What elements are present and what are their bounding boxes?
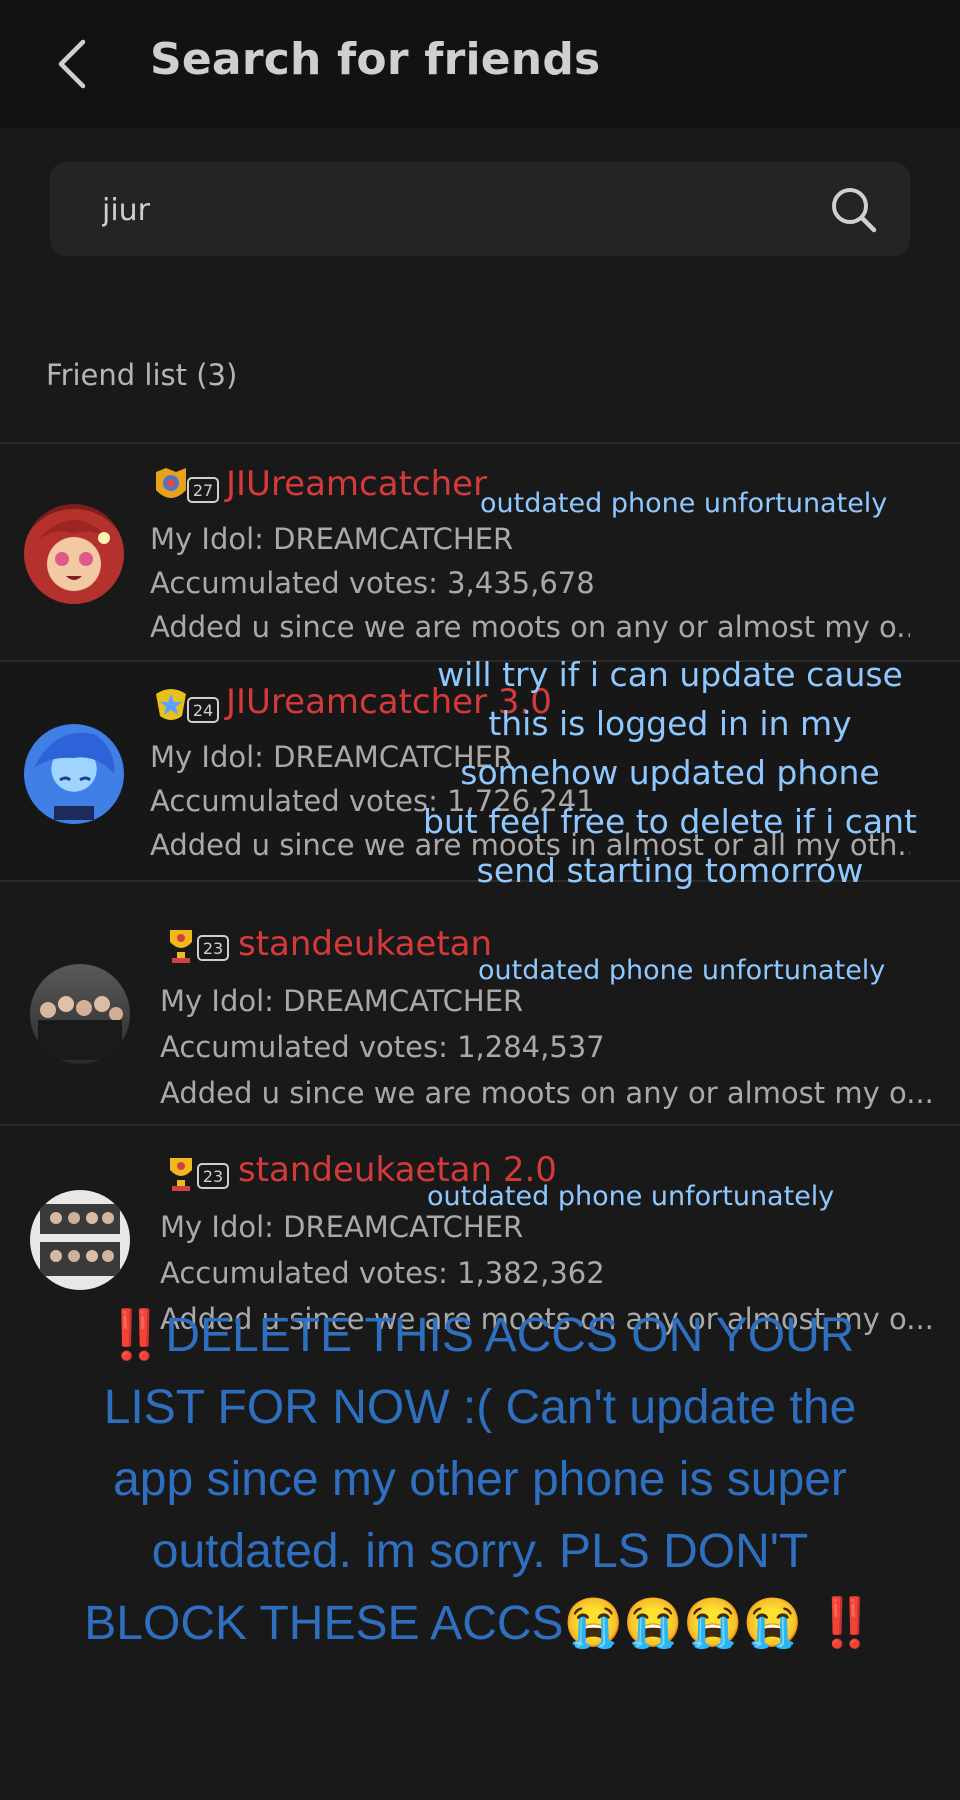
friend-list-label: Friend list (3) xyxy=(46,358,238,392)
overlay-note-line: send starting tomorrow xyxy=(476,851,864,890)
rank-badge-icon: 24 xyxy=(156,689,219,723)
friend-name[interactable]: JIUreamcatcher xyxy=(226,464,487,504)
avatar-illustration xyxy=(38,996,123,1060)
rank-badge-icon: 27 xyxy=(156,468,219,503)
overlay-note-line: will try if i can update cause xyxy=(437,655,903,694)
search-bar xyxy=(50,162,910,256)
friend-note: Added u since we are moots on any or alm… xyxy=(160,1076,934,1110)
friend-idol: My Idol: DREAMCATCHER xyxy=(150,522,514,556)
friend-votes: Accumulated votes: 1,382,362 xyxy=(160,1256,605,1290)
svg-text:23: 23 xyxy=(203,1167,223,1186)
double-exclamation-icon: ‼️ xyxy=(815,1597,876,1650)
overlay-note-line: somehow updated phone xyxy=(460,753,880,792)
search-icon[interactable] xyxy=(828,184,880,236)
rank-badge-icon: 23 xyxy=(170,1158,229,1191)
avatar xyxy=(30,1190,130,1290)
friend-idol: My Idol: DREAMCATCHER xyxy=(160,984,524,1018)
overlay-note-outdated: outdated phone unfortunately xyxy=(478,955,886,986)
avatar xyxy=(30,964,130,1064)
friend-row[interactable]: 23 standeukaetan My Idol: DREAMCATCHER A… xyxy=(0,880,960,1126)
avatar xyxy=(24,724,124,824)
double-exclamation-icon: ‼️ xyxy=(105,1309,166,1362)
back-button[interactable] xyxy=(44,28,100,100)
friend-row[interactable]: 27 JIUreamcatcher My Idol: DREAMCATCHER … xyxy=(0,442,960,662)
svg-text:23: 23 xyxy=(203,939,223,958)
back-arrow-icon xyxy=(58,39,86,89)
friend-idol: My Idol: DREAMCATCHER xyxy=(160,1210,524,1244)
friend-name[interactable]: standeukaetan xyxy=(238,924,492,964)
friend-votes: Accumulated votes: 3,435,678 xyxy=(150,566,595,600)
avatar-illustration xyxy=(34,732,115,820)
search-input[interactable] xyxy=(100,186,804,234)
page-title: Search for friends xyxy=(150,34,601,85)
top-bar: Search for friends xyxy=(0,0,960,128)
crying-emoji-icons: 😭😭😭😭 xyxy=(563,1597,803,1650)
overlay-note-line: this is logged in in my xyxy=(488,704,852,743)
svg-text:24: 24 xyxy=(193,701,213,720)
avatar-illustration xyxy=(36,520,112,580)
friend-note: Added u since we are moots on any or alm… xyxy=(150,610,910,644)
overlay-note-outdated: outdated phone unfortunately xyxy=(480,488,888,519)
avatar-illustration xyxy=(40,1204,120,1276)
overlay-note-update: will try if i can update cause this is l… xyxy=(410,650,930,895)
rank-badge-icon: 23 xyxy=(170,930,229,963)
overlay-note-line: but feel free to delete if i cant xyxy=(423,802,917,841)
friend-votes: Accumulated votes: 1,284,537 xyxy=(160,1030,605,1064)
overlay-note-outdated: outdated phone unfortunately xyxy=(427,1181,835,1212)
avatar xyxy=(24,504,124,604)
svg-text:27: 27 xyxy=(193,481,213,500)
overlay-warning-message: ‼️DELETE THIS ACCS ON YOUR LIST FOR NOW … xyxy=(70,1300,890,1660)
